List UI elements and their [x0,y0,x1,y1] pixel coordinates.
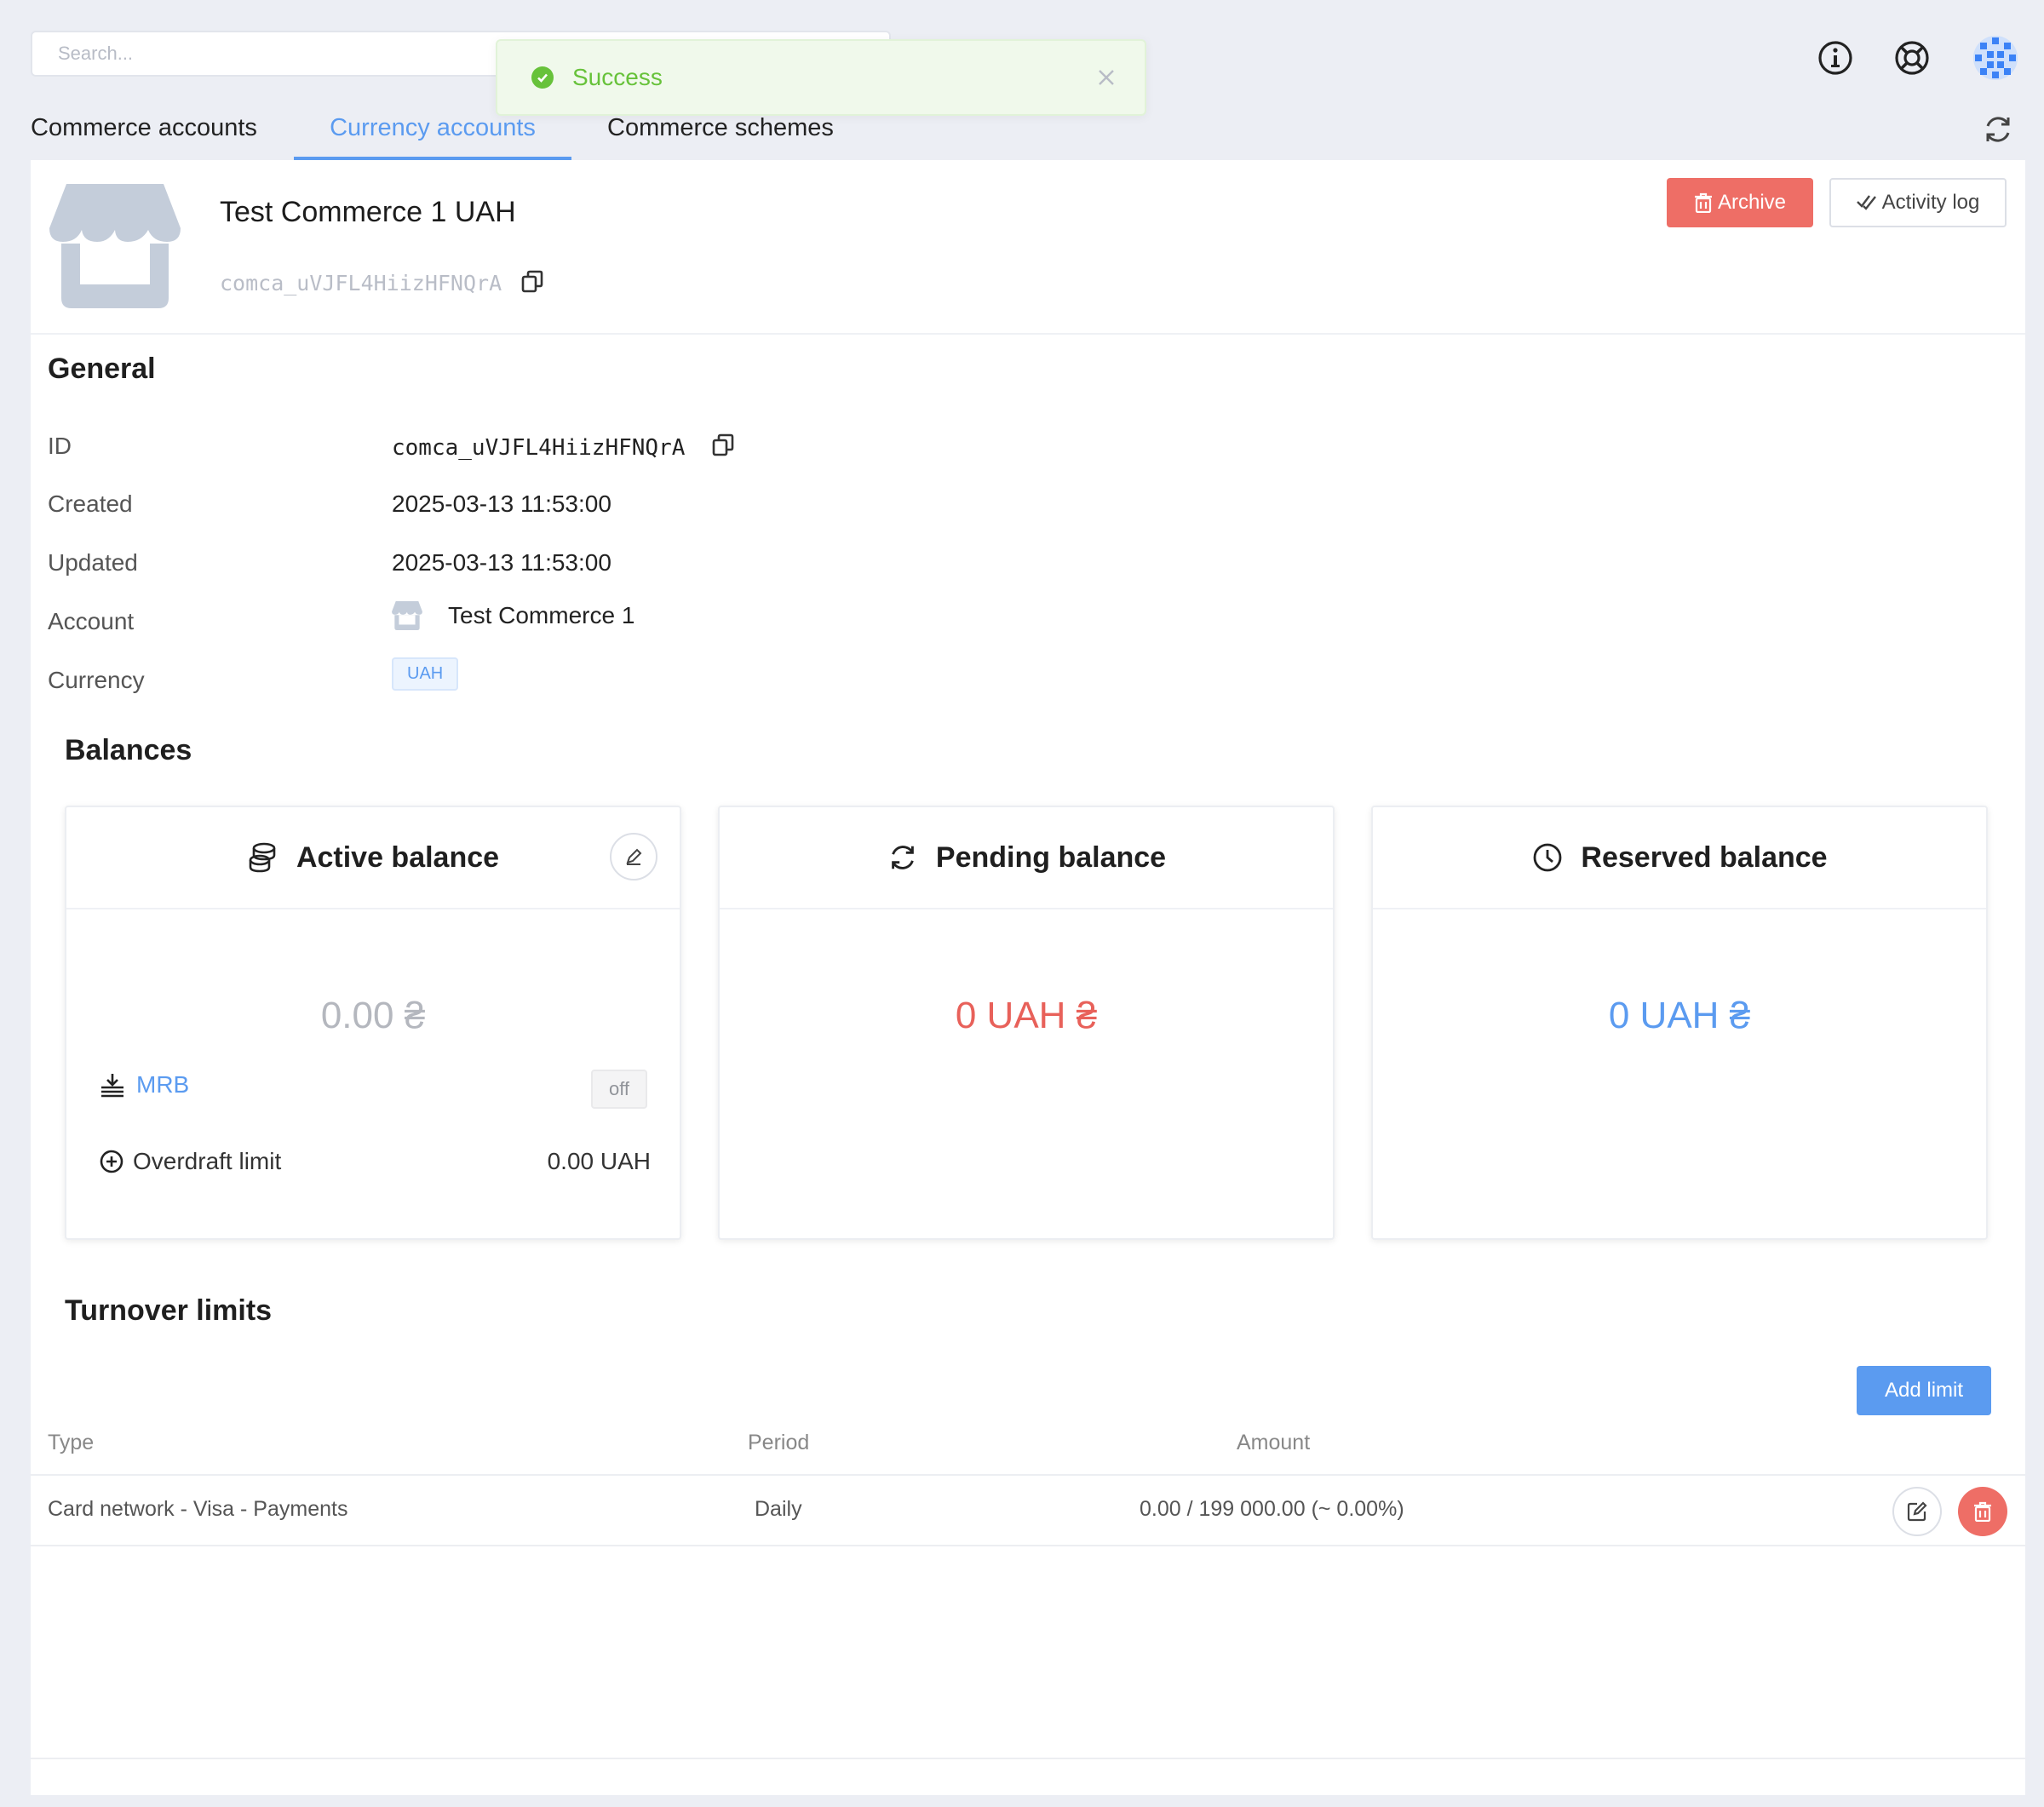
trash-icon [1974,1501,1991,1522]
double-check-icon [1856,195,1876,210]
store-icon [392,601,422,630]
toast-message: Success [572,64,663,90]
add-limit-button[interactable]: Add limit [1857,1366,1991,1415]
account-detail-panel: Test Commerce 1 UAH comca_uVJFL4HiizHFNQ… [31,160,2025,1795]
tab-currency-accounts[interactable]: Currency accounts [294,107,571,160]
pending-balance-amount: 0 UAH ₴ [955,995,1098,1036]
updated-value: 2025-03-13 11:53:00 [392,549,611,576]
created-label: Created [48,490,133,517]
reserved-balance-card: Reserved balance 0 UAH ₴ [1371,806,1988,1240]
tab-commerce-schemes[interactable]: Commerce schemes [607,107,834,160]
success-toast: Success [496,39,1146,116]
currency-label: Currency [48,667,145,693]
currency-badge: UAH [392,657,459,691]
limit-amount-cell: 0.00 / 199 000.00 (~ 0.00%) [1140,1497,1404,1521]
edit-icon [1907,1501,1927,1522]
limit-type-cell: Card network - Visa - Payments [48,1497,348,1521]
panel-footer-divider [31,1758,2025,1759]
column-header-period: Period [748,1431,810,1454]
pending-balance-header: Pending balance [720,807,1333,909]
column-header-type: Type [48,1431,95,1454]
table-divider [31,1474,2025,1476]
pending-balance-title: Pending balance [935,840,1167,874]
check-circle-icon [531,66,554,89]
created-value: 2025-03-13 11:53:00 [392,490,611,517]
id-value: comca_uVJFL4HiizHFNQrA [392,433,736,464]
mrb-status-toggle[interactable]: off [591,1070,647,1109]
archive-button[interactable]: Archive [1667,178,1813,227]
table-row-border [31,1545,2025,1546]
plus-circle-icon [100,1150,123,1173]
overdraft-row: Overdraft limit 0.00 UAH [99,1148,651,1175]
info-icon[interactable] [1815,37,1856,78]
refresh-icon [892,846,914,869]
updated-label: Updated [48,549,138,576]
active-balance-header: Active balance [66,807,680,909]
account-id-subtitle: comca_uVJFL4HiizHFNQrA [220,269,545,301]
pencil-icon [626,848,642,865]
delete-limit-button[interactable] [1958,1487,2007,1536]
balances-heading: Balances [65,734,192,766]
activity-log-label: Activity log [1881,191,1980,214]
column-header-amount: Amount [1237,1431,1311,1454]
tab-commerce-accounts[interactable]: Commerce accounts [31,107,294,160]
coins-icon [249,842,276,873]
general-heading: General [48,353,156,385]
overdraft-label: Overdraft limit [133,1148,282,1174]
mrb-icon [101,1074,123,1098]
trash-icon [1694,192,1712,213]
close-icon[interactable] [1094,65,1119,90]
edit-limit-button[interactable] [1892,1487,1942,1536]
currency-value: UAH [392,657,459,691]
mrb-link[interactable]: MRB [136,1071,189,1099]
reserved-balance-amount: 0 UAH ₴ [1608,995,1751,1036]
id-label: ID [48,433,72,459]
activity-log-button[interactable]: Activity log [1829,178,2007,227]
turnover-limits-heading: Turnover limits [65,1294,273,1327]
reserved-balance-title: Reserved balance [1581,840,1828,874]
active-balance-card: Active balance 0.00 ₴ MRB off Overdraft … [65,806,681,1240]
active-balance-title: Active balance [296,840,500,874]
store-icon [49,184,181,308]
id-value-text: comca_uVJFL4HiizHFNQrA [392,435,686,461]
page-title: Test Commerce 1 UAH [220,196,516,228]
tab-bar: Commerce accounts Currency accounts Comm… [31,107,834,160]
archive-button-label: Archive [1717,191,1787,214]
account-header: Test Commerce 1 UAH comca_uVJFL4HiizHFNQ… [31,160,2025,335]
edit-balance-button[interactable] [610,833,657,881]
avatar[interactable] [1970,32,2021,83]
reserved-balance-header: Reserved balance [1373,807,1986,909]
active-balance-amount: 0.00 ₴ [320,995,426,1036]
copy-icon[interactable] [520,269,545,301]
copy-icon[interactable] [710,433,736,464]
pending-balance-card: Pending balance 0 UAH ₴ [718,806,1335,1240]
account-link: Test Commerce 1 [448,602,635,628]
help-lifebuoy-icon[interactable] [1892,37,1932,78]
account-value[interactable]: Test Commerce 1 [392,601,634,630]
refresh-icon[interactable] [1981,112,2015,146]
mrb-row: MRB [99,1071,189,1099]
clock-icon [1534,843,1562,872]
account-label: Account [48,608,135,634]
account-id-text: comca_uVJFL4HiizHFNQrA [220,271,502,296]
overdraft-value: 0.00 UAH [547,1148,651,1174]
limit-period-cell: Daily [755,1497,802,1521]
